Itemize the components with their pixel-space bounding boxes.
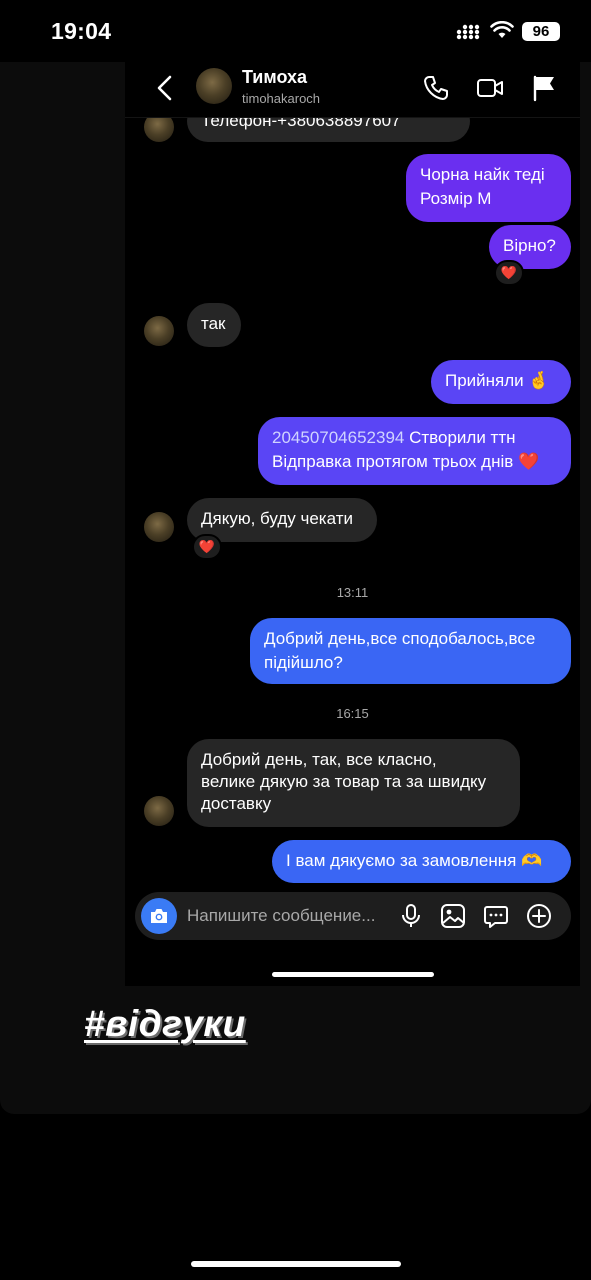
chat-header: Тимоха timohakaroch: [125, 62, 580, 118]
message-incoming[interactable]: Добрий день, так, все класно, велике дяк…: [187, 739, 520, 827]
message-outgoing[interactable]: Чорна найк теді Розмір М: [406, 154, 571, 222]
timestamp: 13:11: [336, 585, 369, 600]
message-composer: Напишите сообщение...: [135, 892, 571, 940]
contact-avatar[interactable]: [196, 68, 232, 104]
mic-icon[interactable]: [398, 903, 424, 929]
message-incoming[interactable]: так: [187, 303, 241, 347]
flag-icon[interactable]: [530, 74, 558, 102]
gallery-icon[interactable]: [440, 903, 466, 929]
tracking-number[interactable]: 20450704652394: [272, 428, 404, 447]
signal-icon: [456, 24, 480, 40]
phone-icon[interactable]: [422, 74, 450, 102]
contact-avatar-small: [144, 512, 174, 542]
plus-icon[interactable]: [526, 903, 552, 929]
contact-username[interactable]: timohakaroch: [242, 91, 320, 106]
chat-screenshot: Тимоха timohakaroch Телефон-+38063889760…: [125, 62, 580, 986]
message-outgoing[interactable]: Добрий день,все сподобалось,все підійшло…: [250, 618, 571, 684]
message-outgoing[interactable]: 20450704652394 Створили ттн Відправка пр…: [258, 417, 571, 485]
home-indicator: [272, 972, 434, 977]
status-bar: 19:04 96: [0, 0, 591, 64]
story-hashtag[interactable]: #відгуки: [84, 1003, 246, 1045]
heart-reaction[interactable]: ❤️: [192, 534, 222, 560]
video-icon[interactable]: [476, 74, 504, 102]
timestamp: 16:15: [336, 706, 369, 721]
battery-indicator: 96: [522, 22, 560, 41]
contact-name[interactable]: Тимоха: [242, 67, 307, 88]
status-time: 19:04: [51, 18, 112, 44]
contact-avatar-small: [144, 796, 174, 826]
message-outgoing[interactable]: І вам дякуємо за замовлення 🫶: [272, 840, 571, 883]
message-input[interactable]: Напишите сообщение...: [187, 906, 375, 926]
system-home-indicator[interactable]: [191, 1261, 401, 1267]
contact-avatar-small: [144, 316, 174, 346]
wifi-icon: [490, 21, 514, 38]
message-outgoing[interactable]: Прийняли 🤞: [431, 360, 571, 404]
camera-button[interactable]: [141, 898, 177, 934]
camera-icon: [151, 909, 167, 923]
back-icon[interactable]: [155, 75, 175, 101]
heart-reaction[interactable]: ❤️: [494, 260, 524, 286]
sticker-icon[interactable]: [483, 903, 509, 929]
